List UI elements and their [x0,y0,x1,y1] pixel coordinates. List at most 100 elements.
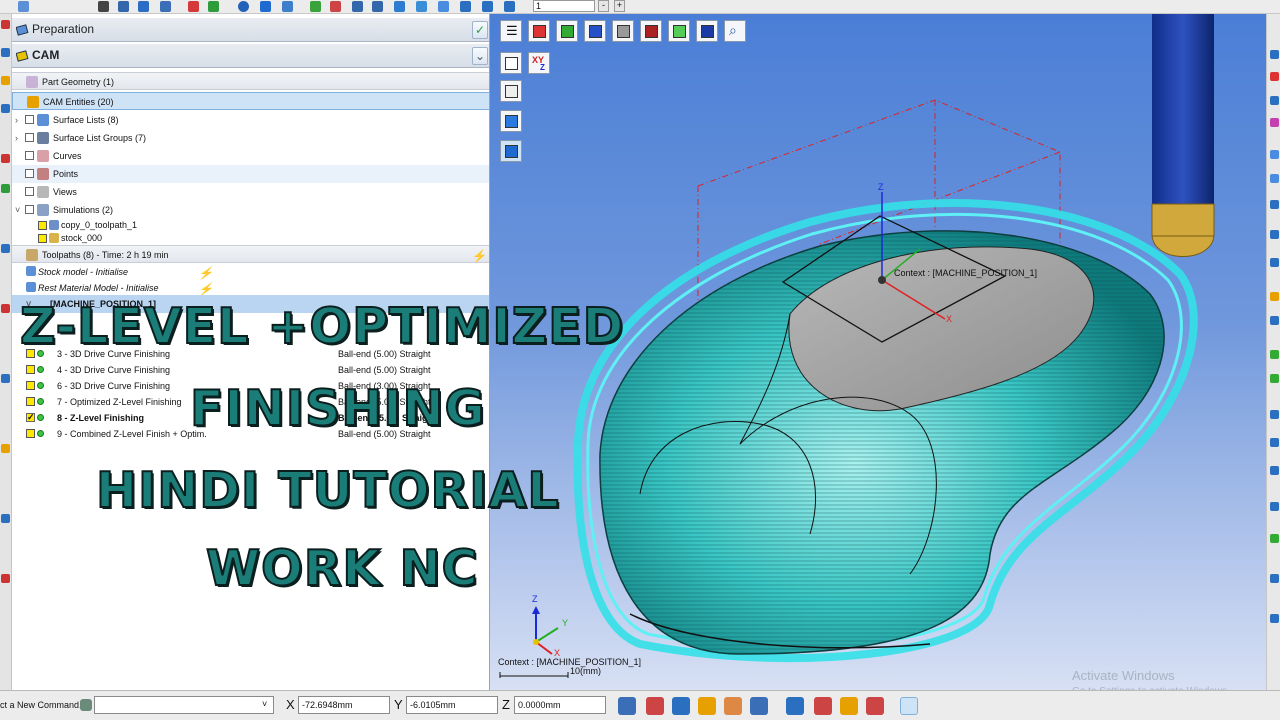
select-cursor-icon[interactable] [618,697,636,715]
checkbox[interactable] [26,409,35,425]
machine-icon[interactable] [814,697,832,715]
tool-icon[interactable] [1,374,10,383]
tool-icon[interactable] [1,304,10,313]
checkbox[interactable] [25,187,34,196]
visibility-toggle[interactable] [38,221,47,230]
info-icon[interactable] [786,697,804,715]
tool-icon[interactable] [1,244,10,253]
tool-icon[interactable] [1270,502,1279,511]
chevron-down-icon[interactable]: ⌄ [472,47,488,65]
zoom-plus-button[interactable]: + [614,0,625,12]
visibility-toggle[interactable] [26,429,35,438]
view-iso-button[interactable] [612,20,634,42]
cam-entities-row[interactable]: CAM Entities (20) [12,92,489,110]
points-row[interactable]: Points [12,165,489,183]
zoom-select[interactable]: 1 [533,0,595,12]
visibility-toggle[interactable] [26,365,35,374]
fit-icon[interactable] [438,1,449,12]
zoom-minus-button[interactable]: - [598,0,609,12]
shaded-edges-button[interactable] [500,140,522,162]
view-right-button[interactable] [556,20,578,42]
x-coordinate-field[interactable]: -72.6948mm [298,696,390,714]
shaded-button[interactable] [500,110,522,132]
arrow-icon[interactable] [118,1,129,12]
visibility-toggle[interactable] [26,397,35,406]
user-icon[interactable] [840,697,858,715]
checkbox[interactable] [25,169,34,178]
chevron-right-icon[interactable]: › [15,129,23,147]
snap-grid-icon[interactable] [750,697,768,715]
tool-icon[interactable] [1,184,10,193]
cam-header[interactable]: CAM ⌄ [12,44,489,68]
simulation-item[interactable]: stock_000 [12,232,489,245]
hidden-line-button[interactable] [500,80,522,102]
snap-point-icon[interactable] [672,697,690,715]
document-icon[interactable] [310,1,321,12]
tool-icon[interactable] [1,20,10,29]
grid-icon[interactable] [138,1,149,12]
tool-icon[interactable] [1270,292,1279,301]
snap-icon[interactable] [646,697,664,715]
y-coordinate-field[interactable]: -6.0105mm [406,696,498,714]
tool-icon[interactable] [1270,410,1279,419]
z-coordinate-field[interactable]: 0.0000mm [514,696,606,714]
shape-red-icon[interactable] [188,1,199,12]
toolpaths-row[interactable]: Toolpaths (8) - Time: 2 h 19 min ⚡ [12,245,489,263]
tool-icon[interactable] [1,76,10,85]
surface-list-groups-row[interactable]: › Surface List Groups (7) [12,129,489,147]
chevron-down-icon[interactable]: ˅ [15,201,23,219]
tool-icon[interactable] [1270,614,1279,623]
tool-icon[interactable] [1270,200,1279,209]
views-row[interactable]: Views [12,183,489,201]
preparation-header[interactable]: Preparation ✓ [12,18,489,42]
zoom-in-icon[interactable] [352,1,363,12]
pan-icon[interactable] [482,1,493,12]
settings-icon[interactable] [900,697,918,715]
tool-icon[interactable] [1270,574,1279,583]
tool-icon[interactable] [1270,96,1279,105]
snap-curve-icon[interactable] [698,697,716,715]
toolpath-row[interactable]: 4 - 3D Drive Curve Finishing Ball-end (5.… [12,362,489,378]
view-cube-button[interactable]: ☰ [500,20,522,42]
checkbox[interactable] [25,205,34,214]
tool-icon[interactable] [1270,174,1279,183]
visibility-toggle[interactable] [26,381,35,390]
zoom-out-icon[interactable] [372,1,383,12]
shape-green-icon[interactable] [208,1,219,12]
view-icon[interactable] [460,1,471,12]
tool-icon[interactable] [1,574,10,583]
zoom-window-icon[interactable] [330,1,341,12]
simulation-item[interactable]: copy_0_toolpath_1 [12,219,489,232]
checkbox[interactable] [25,115,34,124]
chevron-right-icon[interactable]: › [15,111,23,129]
move-icon[interactable] [394,1,405,12]
tool-icon[interactable] [1270,350,1279,359]
tool-icon[interactable] [1,48,10,57]
part-geometry-row[interactable]: Part Geometry (1) [12,72,489,90]
tool-icon[interactable] [1,514,10,523]
tool-icon[interactable] [1270,374,1279,383]
tool-icon[interactable] [1270,230,1279,239]
table-icon[interactable] [160,1,171,12]
simulations-row[interactable]: ˅ Simulations (2) [12,201,489,219]
axis-view-button[interactable]: XY Z [528,52,550,74]
render-icon[interactable] [18,1,29,12]
curves-row[interactable]: Curves [12,147,489,165]
checkbox[interactable] [25,133,34,142]
tool-icon[interactable] [1270,150,1279,159]
view-front-button[interactable] [528,20,550,42]
command-input[interactable] [94,696,274,714]
tool-icon[interactable] [1,444,10,453]
tool-icon[interactable] [1270,118,1279,127]
tool-icon[interactable] [1270,72,1279,81]
view-top-button[interactable] [584,20,606,42]
wireframe-button[interactable] [500,52,522,74]
chevron-down-icon[interactable]: ˅ [262,699,267,709]
cube-view-icon[interactable] [504,1,515,12]
snap-surface-icon[interactable] [724,697,742,715]
tool-icon[interactable] [1,104,10,113]
checkbox[interactable] [25,151,34,160]
tool-icon[interactable] [1,154,10,163]
tool-icon[interactable] [1270,258,1279,267]
tool-icon[interactable] [1270,438,1279,447]
